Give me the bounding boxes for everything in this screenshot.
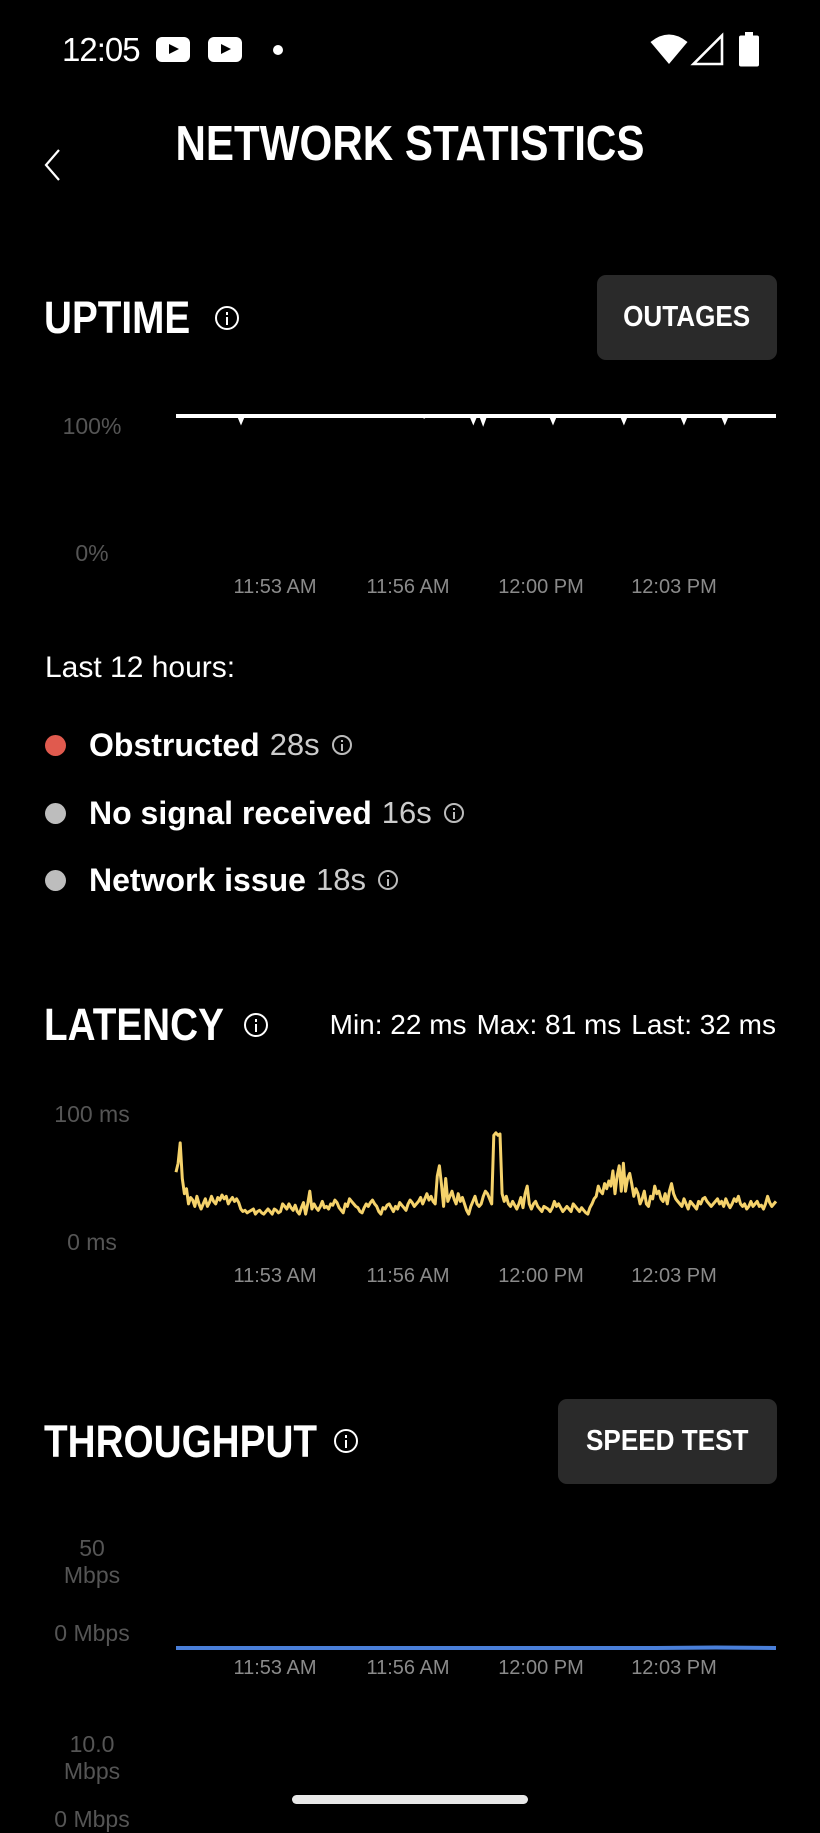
uptime-dip (679, 416, 688, 426)
throughput-x-tick: 11:53 AM (233, 1657, 317, 1679)
outage-item-obstructed: Obstructed 28s (45, 725, 352, 765)
obstructed-info-icon[interactable] (331, 735, 352, 755)
throughput-x-tick: 11:56 AM (366, 1657, 450, 1679)
no-signal-status-dot (45, 802, 66, 824)
obstructed-status-dot (45, 734, 66, 756)
outage-item-no-signal: No signal received 16s (45, 793, 464, 833)
latency-stats: Min: 22 ms Max: 81 ms Last: 32 ms (320, 1008, 776, 1042)
latency-title: LATENCY (44, 999, 224, 1050)
outage-item-network-issue: Network issue 18s (45, 860, 398, 900)
latency-info-icon[interactable] (244, 1013, 268, 1037)
throughput-y-label-0: 0 Mbps (54, 1620, 130, 1646)
home-indicator[interactable] (292, 1795, 528, 1804)
outage-duration: 16s (381, 795, 432, 830)
latency-x-tick: 12:03 PM (631, 1265, 717, 1287)
upload-y-label-0: 0 Mbps (54, 1806, 130, 1832)
latency-x-tick: 12:00 PM (498, 1265, 584, 1287)
uptime-dip (479, 416, 488, 427)
throughput-x-tick: 12:03 PM (631, 1657, 717, 1679)
uptime-dip (619, 416, 628, 426)
outage-name: Obstructed (89, 726, 260, 763)
uptime-dip (549, 416, 557, 426)
uptime-dip (237, 416, 245, 426)
uptime-dip (469, 416, 478, 426)
uptime-dip (720, 416, 729, 426)
upload-y-label-10: 10.0 Mbps (63, 1731, 121, 1784)
network-issue-info-icon[interactable] (377, 870, 398, 890)
latency-line (174, 1131, 778, 1216)
uptime-x-tick: 12:03 PM (631, 576, 717, 598)
outage-duration: 28s (269, 727, 320, 762)
throughput-line (176, 1645, 777, 1650)
uptime-x-tick: 12:00 PM (498, 576, 584, 598)
latency-y-label-0: 0 ms (67, 1229, 117, 1255)
uptime-x-tick: 11:56 AM (366, 576, 450, 598)
network-issue-status-dot (45, 869, 66, 891)
last-12-hours-label: Last 12 hours: (45, 651, 236, 684)
latency-x-tick: 11:53 AM (233, 1265, 317, 1287)
uptime-x-tick: 11:53 AM (233, 576, 317, 598)
throughput-y-label-50: 50 Mbps (63, 1535, 121, 1588)
outage-duration: 18s (315, 862, 366, 897)
outage-name: Network issue (89, 861, 306, 898)
latency-x-tick: 11:56 AM (366, 1265, 450, 1287)
throughput-info-icon[interactable] (334, 1429, 358, 1453)
latency-last: Last: 32 ms (631, 1009, 776, 1040)
outage-name: No signal received (89, 794, 372, 831)
speed-test-button[interactable]: SPEED TEST (558, 1399, 777, 1484)
latency-max: Max: 81 ms (476, 1009, 622, 1040)
latency-min: Min: 22 ms (329, 1009, 467, 1040)
latency-y-label-100: 100 ms (54, 1101, 130, 1127)
throughput-x-tick: 12:00 PM (498, 1657, 584, 1679)
no-signal-info-icon[interactable] (443, 803, 464, 823)
throughput-title: THROUGHPUT (44, 1416, 318, 1467)
